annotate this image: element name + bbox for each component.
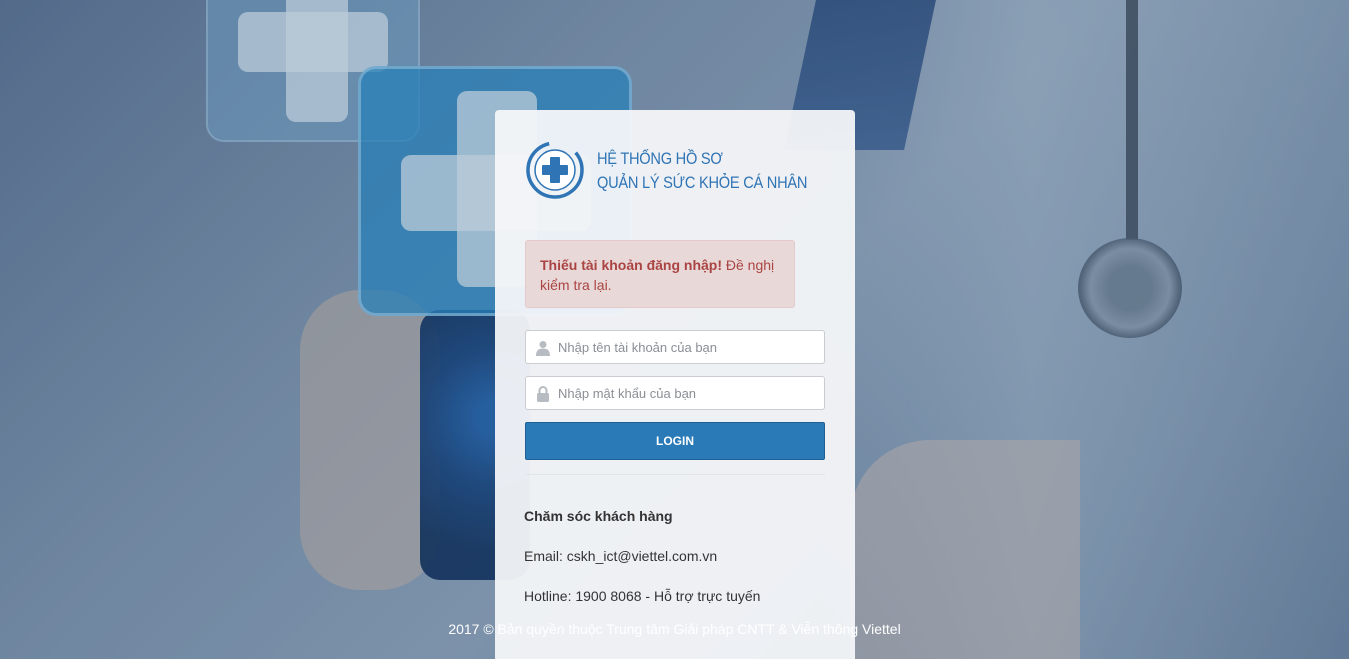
error-alert-title: Thiếu tài khoản đăng nhập!: [540, 257, 722, 273]
username-field[interactable]: [525, 330, 825, 364]
password-input[interactable]: [558, 377, 818, 409]
login-page: HỆ THỐNG HỒ SƠ QUẢN LÝ SỨC KHỎE CÁ NHÂN …: [0, 0, 1349, 659]
password-field[interactable]: [525, 376, 825, 410]
error-alert: Thiếu tài khoản đăng nhập! Đề nghị kiểm …: [525, 240, 795, 308]
user-icon: [536, 341, 550, 356]
login-button[interactable]: LOGIN: [525, 422, 825, 460]
divider: [525, 474, 825, 475]
medical-cross-icon: [526, 141, 584, 199]
copyright-footer: 2017 © Bản quyền thuộc Trung tâm Giải ph…: [448, 621, 901, 637]
support-hotline: Hotline: 1900 8068 - Hỗ trợ trực tuyến: [524, 588, 761, 604]
brand-title-line2: QUẢN LÝ SỨC KHỎE CÁ NHÂN: [597, 173, 808, 192]
lock-icon: [537, 386, 549, 402]
username-input[interactable]: [558, 331, 818, 363]
support-title: Chăm sóc khách hàng: [524, 508, 673, 524]
brand-title-line1: HỆ THỐNG HỒ SƠ: [597, 149, 723, 168]
login-card: HỆ THỐNG HỒ SƠ QUẢN LÝ SỨC KHỎE CÁ NHÂN …: [495, 110, 855, 659]
support-email: Email: cskh_ict@viettel.com.vn: [524, 548, 718, 564]
